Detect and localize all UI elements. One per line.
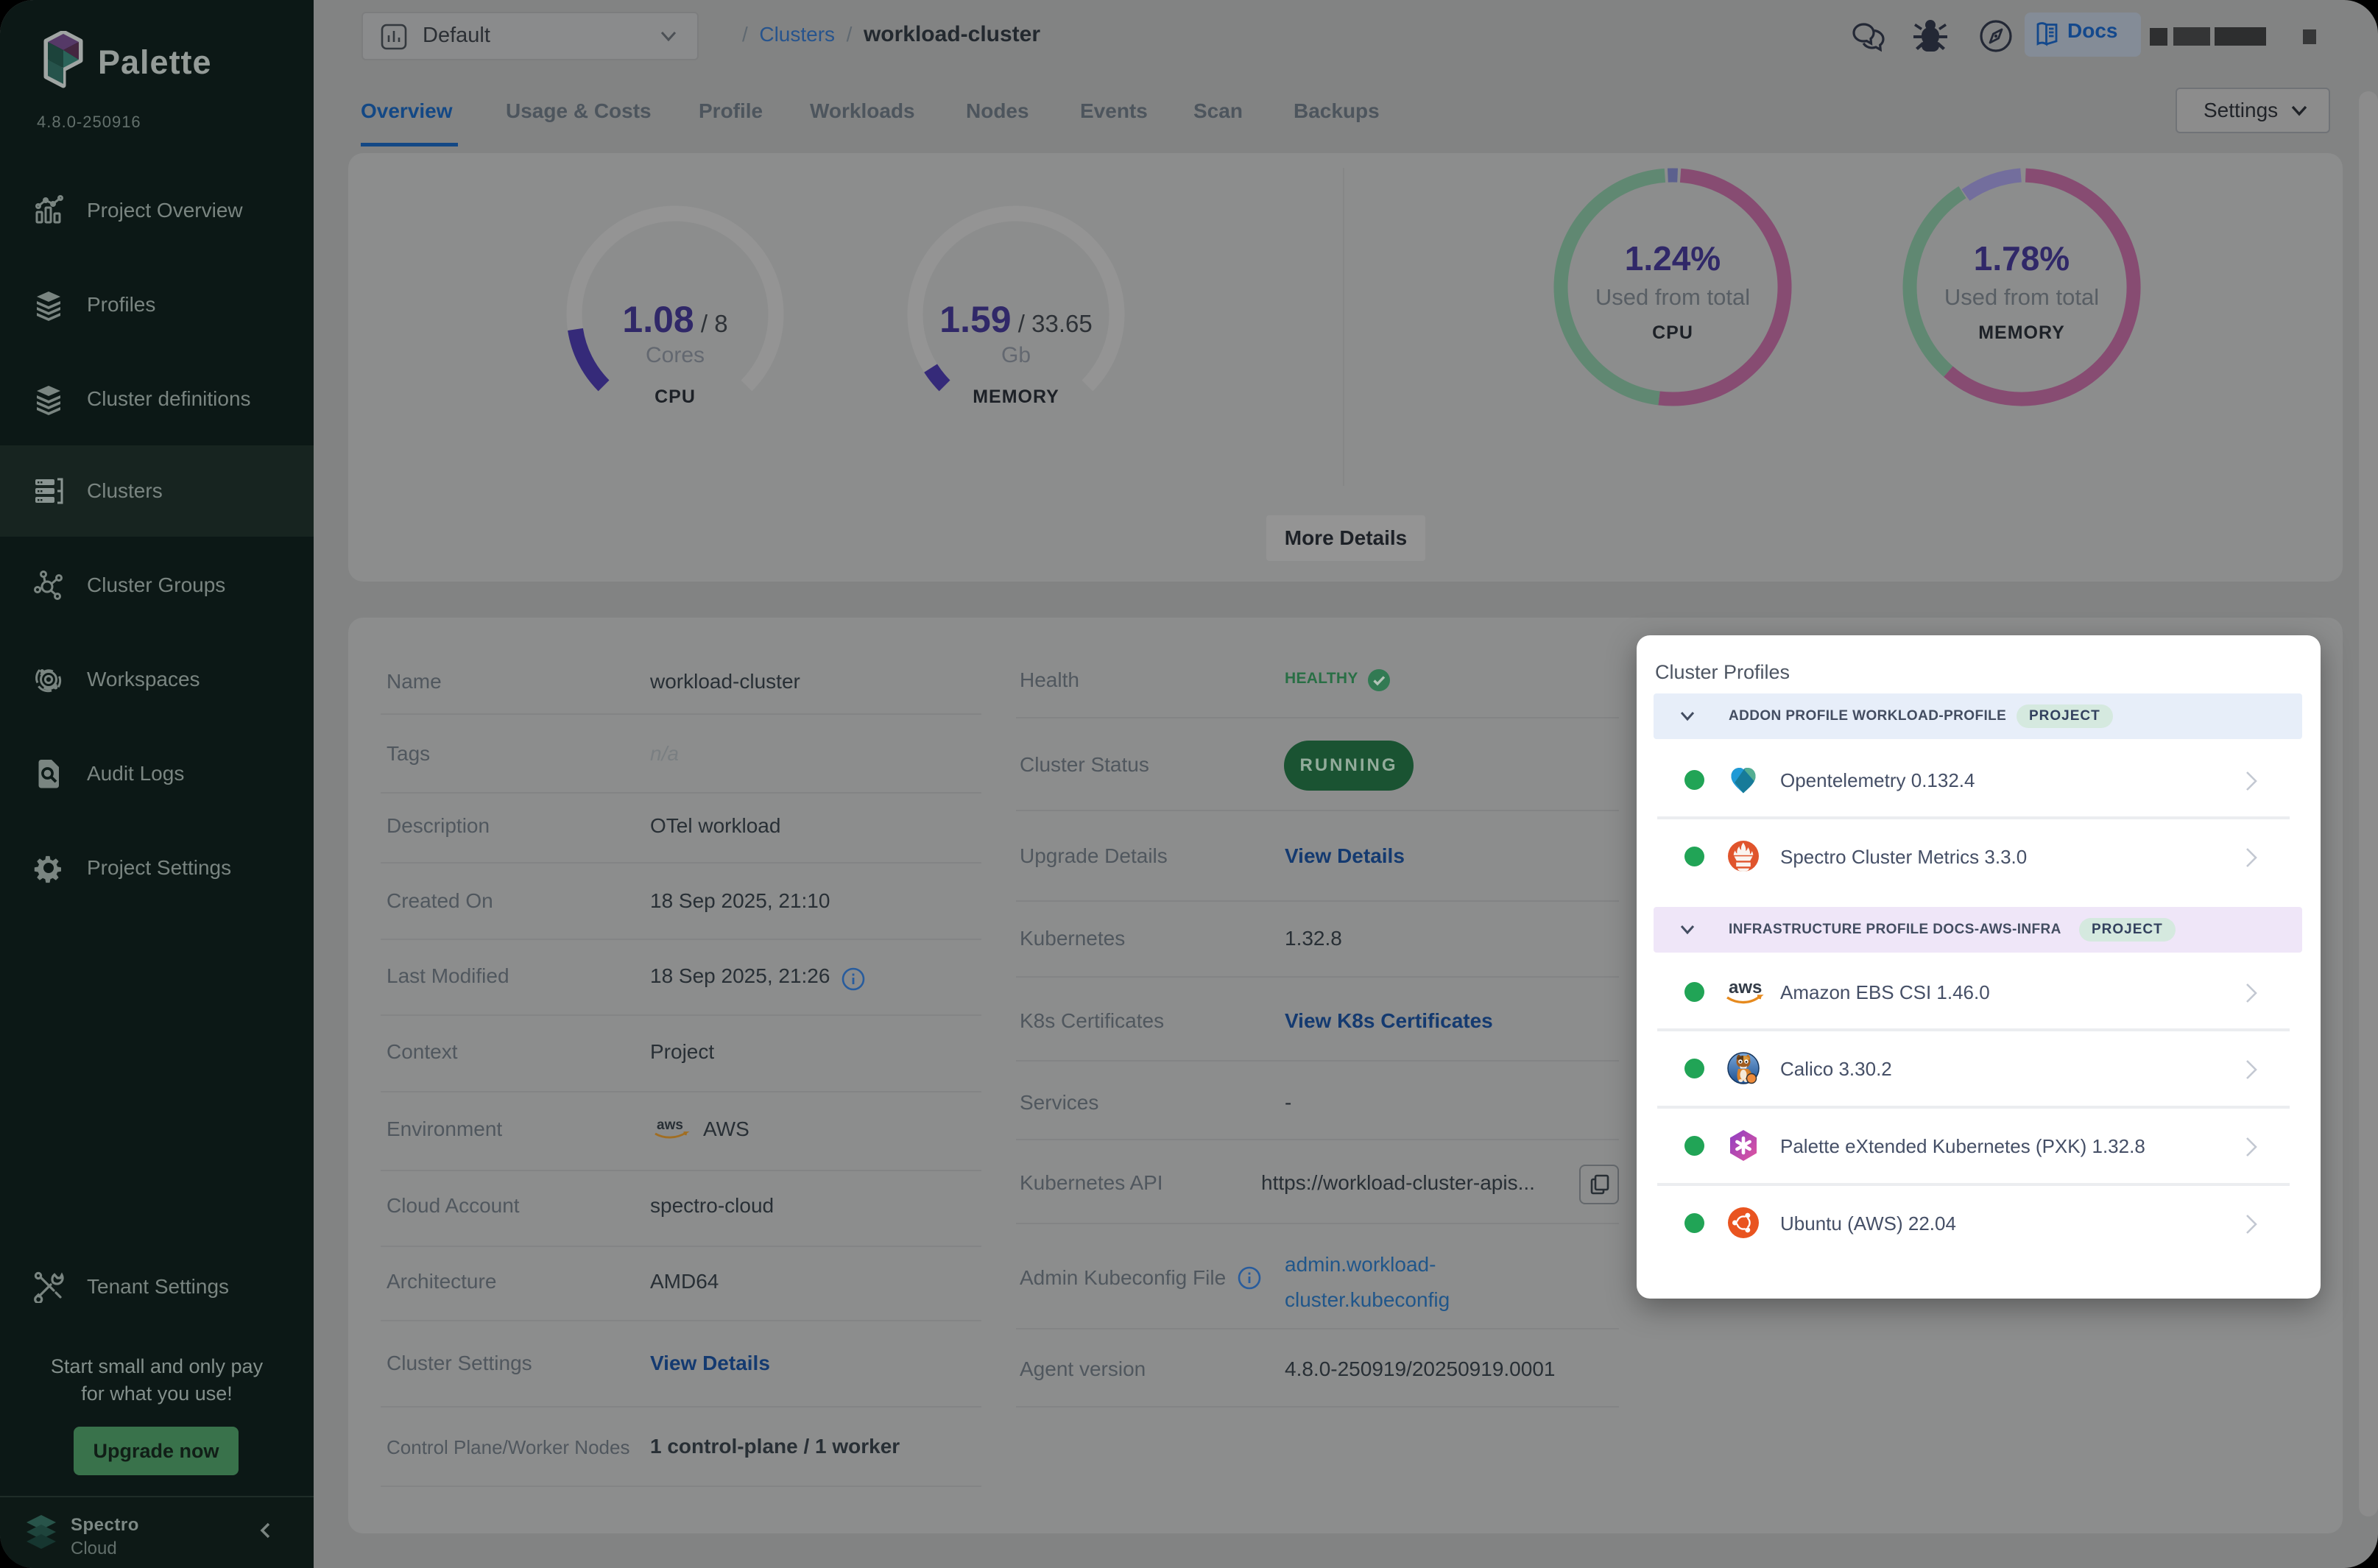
svg-text:aws: aws — [1729, 978, 1762, 997]
svg-text:aws: aws — [657, 1117, 683, 1133]
